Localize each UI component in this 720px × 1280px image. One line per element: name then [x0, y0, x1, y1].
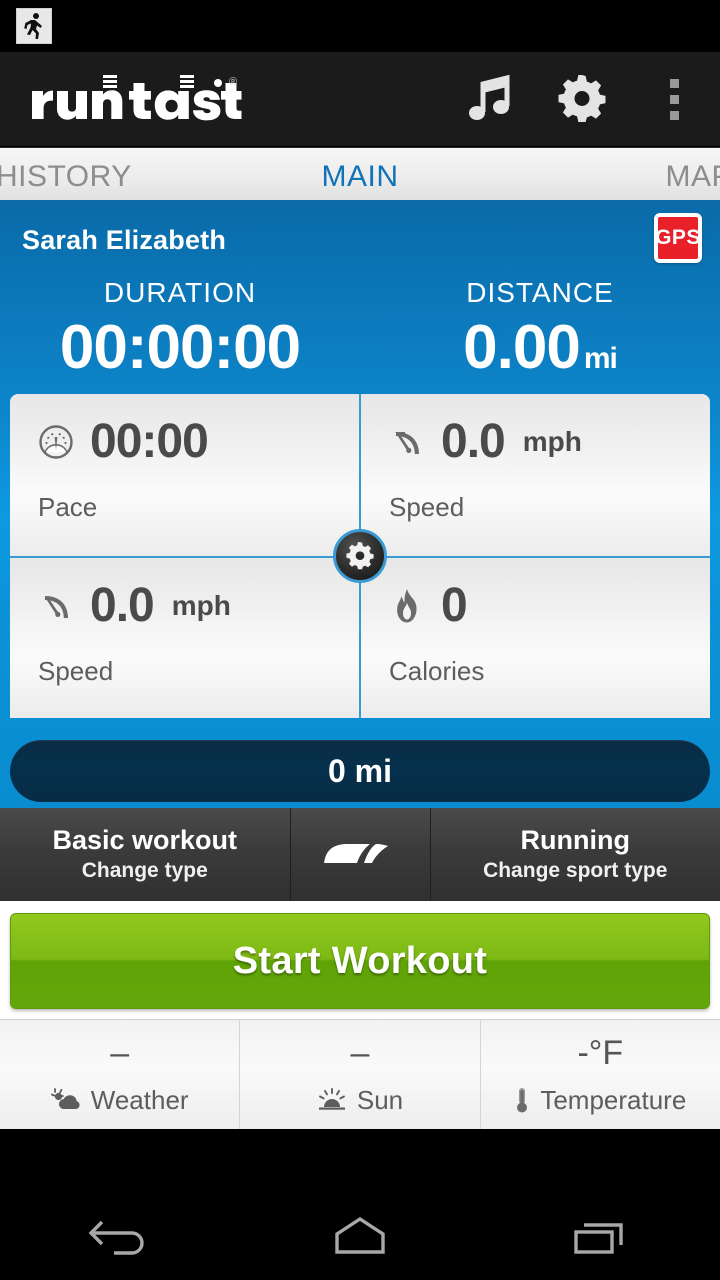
speed-arrow-icon	[36, 586, 76, 626]
distance-unit: mi	[583, 342, 618, 375]
sun-label: Sun	[356, 1084, 404, 1115]
gear-icon[interactable]	[536, 52, 628, 147]
music-note-icon[interactable]	[444, 52, 536, 147]
temperature-label: Temperature	[540, 1084, 687, 1115]
recents-icon[interactable]	[480, 1190, 720, 1280]
system-nav-bar	[0, 1190, 720, 1280]
metric-tile-speed-bottom[interactable]: 0.0 mph Speed	[10, 556, 359, 719]
metric-tile-pace[interactable]: 00:00 Pace	[10, 394, 359, 557]
distance-value: 0.00	[463, 313, 581, 382]
metric-tile-speed-top[interactable]: 0.0 mph Speed	[359, 394, 710, 557]
sun-value: –	[350, 1033, 370, 1072]
duration-stat: DURATION 00:00:00	[0, 277, 360, 380]
weather-cell-sun[interactable]: – Sun	[239, 1020, 479, 1130]
metric-unit: mph	[522, 426, 582, 458]
gps-status-badge[interactable]: GPS	[654, 213, 702, 263]
weather-foot: Weather	[50, 1084, 189, 1116]
app-root: ® HISTORY MAIN MAP	[0, 0, 720, 1280]
sport-type-title: Running	[520, 824, 630, 855]
distance-pill[interactable]: 0 mi	[10, 740, 710, 803]
gps-badge-label: GPS	[655, 226, 701, 249]
metric-grid: 00:00 Pace 0.0 mph Speed 0.0 mph Speed 0…	[10, 394, 710, 719]
overflow-menu-icon[interactable]	[628, 52, 720, 147]
workout-type-title: Basic workout	[52, 824, 238, 855]
running-shoe-icon[interactable]	[289, 808, 431, 902]
metric-value: 0.0	[441, 415, 506, 469]
svg-text:®: ®	[229, 76, 237, 88]
overflow-dots	[669, 78, 679, 120]
distance-stat: DISTANCE 0.00 mi	[360, 277, 720, 380]
sunrise-icon	[317, 1088, 347, 1112]
weather-cell-temperature[interactable]: -°F Temperature	[479, 1020, 720, 1130]
metric-head: 0.0 mph	[36, 582, 359, 630]
action-bar: ®	[0, 52, 720, 147]
temperature-value: -°F	[577, 1033, 624, 1072]
sport-type-sub: Change sport type	[483, 859, 668, 883]
start-workout-label: Start Workout	[232, 939, 488, 982]
distance-value-row: 0.00 mi	[360, 315, 720, 380]
duration-value: 00:00:00	[59, 313, 301, 382]
pace-gauge-icon	[36, 422, 76, 462]
start-button-wrap: Start Workout	[0, 901, 720, 1020]
weather-row: – Weather – Sun -°F Temperature	[0, 1019, 720, 1130]
sun-foot: Sun	[317, 1085, 403, 1116]
metric-label: Speed	[38, 656, 114, 687]
tab-main[interactable]: MAIN	[0, 160, 720, 194]
temperature-foot: Temperature	[514, 1085, 686, 1116]
metric-label: Pace	[38, 492, 98, 523]
metric-value: 0.0	[90, 579, 155, 633]
metric-value: 00:00	[90, 415, 209, 469]
grid-settings-gear-icon[interactable]	[333, 529, 387, 584]
distance-pill-value: 0 mi	[327, 752, 393, 789]
weather-value: –	[110, 1033, 130, 1072]
user-name: Sarah Elizabeth	[22, 225, 227, 255]
change-sport-type-button[interactable]: Running Change sport type	[430, 808, 720, 902]
metric-tile-calories[interactable]: 0 Calories	[359, 556, 710, 719]
thermometer-icon	[514, 1086, 530, 1114]
metric-head: 00:00	[36, 418, 359, 466]
running-person-icon	[16, 8, 52, 44]
hero-top-row: Sarah Elizabeth GPS	[0, 205, 720, 277]
metric-head: 0	[387, 582, 710, 630]
distance-pill-wrap: 0 mi	[0, 718, 720, 803]
change-workout-type-button[interactable]: Basic workout Change type	[0, 808, 290, 902]
speed-arrow-icon	[387, 422, 427, 462]
workout-type-sub: Change type	[81, 859, 208, 883]
metric-unit: mph	[171, 590, 231, 622]
distance-label: DISTANCE	[466, 277, 614, 308]
hero-stats: DURATION 00:00:00 DISTANCE 0.00 mi	[0, 277, 720, 394]
back-icon[interactable]	[0, 1190, 240, 1280]
hero-panel: Sarah Elizabeth GPS DURATION 00:00:00 DI…	[0, 205, 720, 809]
runtastic-logo[interactable]: ®	[28, 69, 258, 129]
weather-cell-weather[interactable]: – Weather	[0, 1020, 239, 1129]
metric-label: Speed	[389, 492, 465, 523]
metric-head: 0.0 mph	[387, 418, 710, 466]
tab-map[interactable]: MAP	[665, 160, 720, 194]
flame-icon	[387, 586, 427, 626]
workout-type-bar: Basic workout Change type Running Change…	[0, 808, 720, 902]
partly-cloudy-icon	[50, 1087, 81, 1113]
status-bar	[0, 0, 720, 52]
metric-grid-wrap: 00:00 Pace 0.0 mph Speed 0.0 mph Speed 0…	[0, 394, 720, 719]
metric-value: 0	[441, 579, 468, 633]
tab-strip: HISTORY MAIN MAP	[0, 147, 720, 205]
weather-label: Weather	[90, 1084, 189, 1115]
duration-label: DURATION	[103, 277, 257, 308]
home-icon[interactable]	[240, 1190, 480, 1280]
metric-label: Calories	[389, 656, 485, 687]
start-workout-button[interactable]: Start Workout	[10, 913, 710, 1010]
